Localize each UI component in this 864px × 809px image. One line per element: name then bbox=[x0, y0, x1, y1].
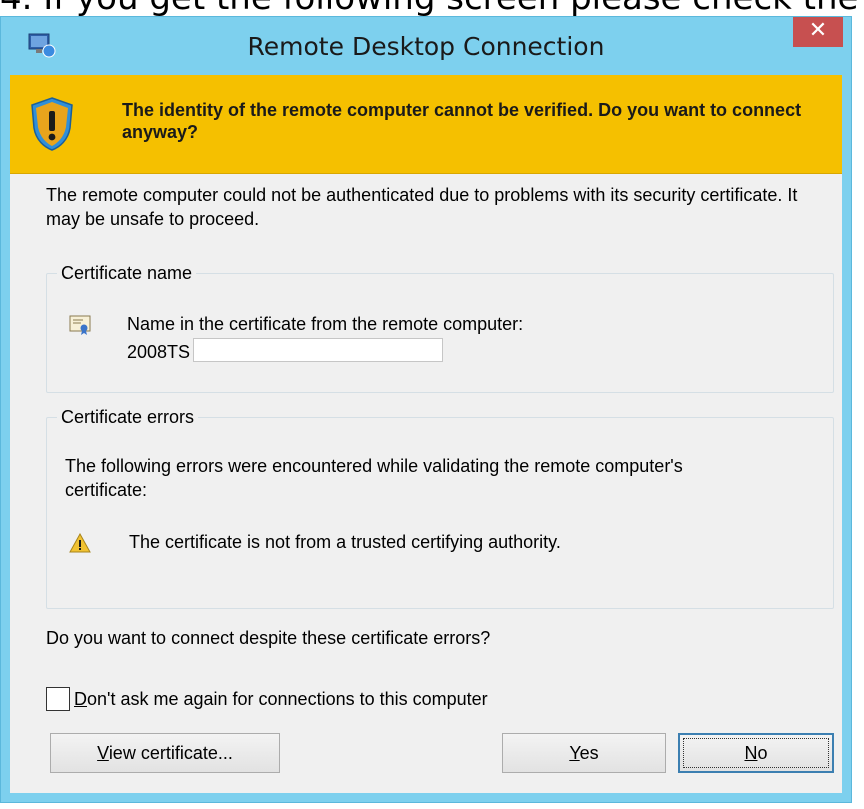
view-certificate-button[interactable]: View certificate... bbox=[50, 733, 280, 773]
banner-message: The identity of the remote computer cann… bbox=[122, 100, 802, 142]
certificate-name-value: 2008TS bbox=[127, 342, 191, 362]
certificate-name-label: Name in the certificate from the remote … bbox=[127, 314, 524, 334]
focus-rectangle bbox=[683, 738, 829, 768]
security-message: The remote computer could not be authent… bbox=[46, 185, 798, 229]
certificate-name-legend: Certificate name bbox=[61, 263, 193, 283]
warning-triangle-icon bbox=[69, 533, 91, 553]
warning-shield-icon bbox=[31, 97, 73, 151]
dialog-client-area: The identity of the remote computer cann… bbox=[10, 75, 842, 793]
error-item: The certificate is not from a trusted ce… bbox=[129, 532, 561, 552]
yes-button[interactable]: Yes bbox=[502, 733, 666, 773]
certificate-icon bbox=[69, 315, 91, 335]
dont-ask-checkbox[interactable] bbox=[46, 687, 70, 711]
title-bar: Remote Desktop Connection ✕ bbox=[1, 17, 851, 75]
certificate-name-group: Certificate name Name in the certificate… bbox=[46, 263, 834, 393]
warning-banner: The identity of the remote computer cann… bbox=[10, 75, 842, 174]
certificate-errors-group: Certificate errors The following errors … bbox=[46, 407, 834, 609]
connect-question: Do you want to connect despite these cer… bbox=[46, 628, 491, 648]
dont-ask-label[interactable]: Don't ask me again for connections to th… bbox=[74, 689, 488, 710]
window-title: Remote Desktop Connection bbox=[247, 32, 605, 61]
dialog-window: Remote Desktop Connection ✕ The identity… bbox=[0, 16, 852, 803]
redacted-name-field bbox=[193, 338, 443, 362]
close-button[interactable]: ✕ bbox=[793, 17, 843, 47]
no-button[interactable]: No bbox=[678, 733, 834, 773]
certificate-errors-legend: Certificate errors bbox=[61, 407, 195, 427]
errors-intro: The following errors were encountered wh… bbox=[65, 456, 683, 500]
